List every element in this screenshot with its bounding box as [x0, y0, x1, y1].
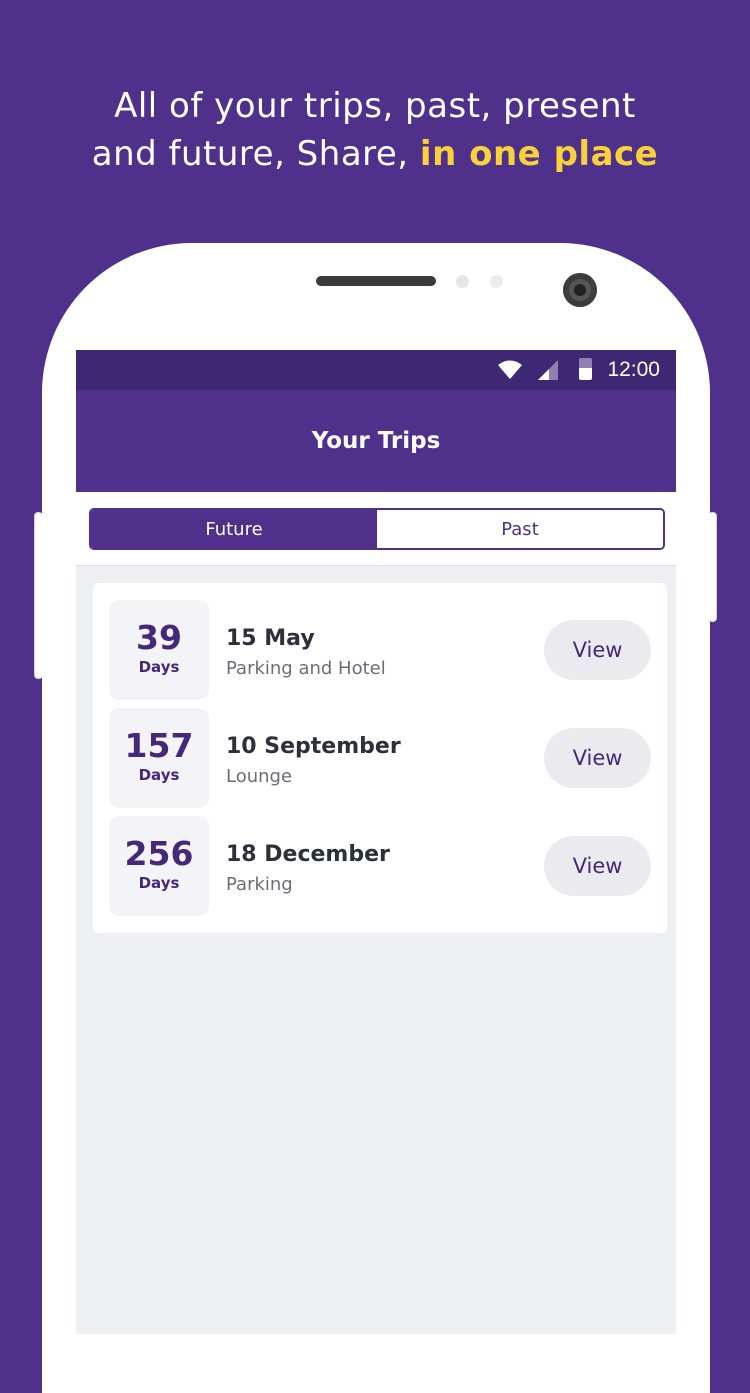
headline-line-1: All of your trips, past, present: [114, 86, 636, 126]
phone-screen: 12:00 Your Trips Future Past 39 Days 15 …: [76, 350, 676, 1334]
trip-date: 18 December: [226, 842, 390, 867]
cell-signal-icon: [538, 360, 558, 380]
app-bar: Your Trips: [76, 390, 676, 492]
promo-headline: All of your trips, past, present and fut…: [0, 82, 750, 178]
headline-line-2: and future, Share, in one place: [0, 130, 750, 178]
days-countdown: 39 Days: [109, 600, 209, 700]
trip-row: 39 Days 15 May Parking and Hotel View: [93, 600, 667, 700]
trip-row: 157 Days 10 September Lounge View: [93, 708, 667, 808]
phone-camera: [563, 273, 597, 307]
view-trip-button[interactable]: View: [544, 728, 651, 788]
tab-future[interactable]: Future: [91, 510, 377, 548]
phone-sensor: [456, 275, 469, 288]
trip-tabs: Future Past: [89, 508, 665, 550]
wifi-icon: [498, 360, 522, 379]
trip-row: 256 Days 18 December Parking View: [93, 816, 667, 916]
view-trip-button[interactable]: View: [544, 620, 651, 680]
trip-date: 15 May: [226, 626, 315, 651]
battery-icon: [579, 358, 592, 380]
tab-past[interactable]: Past: [377, 510, 663, 548]
days-label: Days: [138, 658, 180, 676]
days-countdown: 157 Days: [109, 708, 209, 808]
view-trip-button[interactable]: View: [544, 836, 651, 896]
trips-card: 39 Days 15 May Parking and Hotel View 15…: [93, 583, 667, 933]
days-countdown: 256 Days: [109, 816, 209, 916]
page-title: Your Trips: [311, 428, 441, 454]
headline-accent-text: in one place: [419, 134, 659, 174]
status-bar: 12:00: [76, 350, 676, 390]
phone-sensor: [490, 275, 503, 288]
status-time: 12:00: [607, 358, 660, 381]
trip-date: 10 September: [226, 734, 401, 759]
trip-type: Parking: [226, 874, 293, 895]
days-label: Days: [138, 874, 180, 892]
phone-speaker: [316, 276, 436, 286]
trip-type: Lounge: [226, 766, 293, 787]
days-label: Days: [138, 766, 180, 784]
days-count: 256: [124, 834, 194, 873]
trip-type: Parking and Hotel: [226, 658, 386, 679]
headline-line-2-text: and future, Share,: [91, 134, 420, 174]
days-count: 157: [124, 726, 194, 765]
tab-bar-container: Future Past: [76, 492, 676, 566]
days-count: 39: [136, 618, 182, 657]
